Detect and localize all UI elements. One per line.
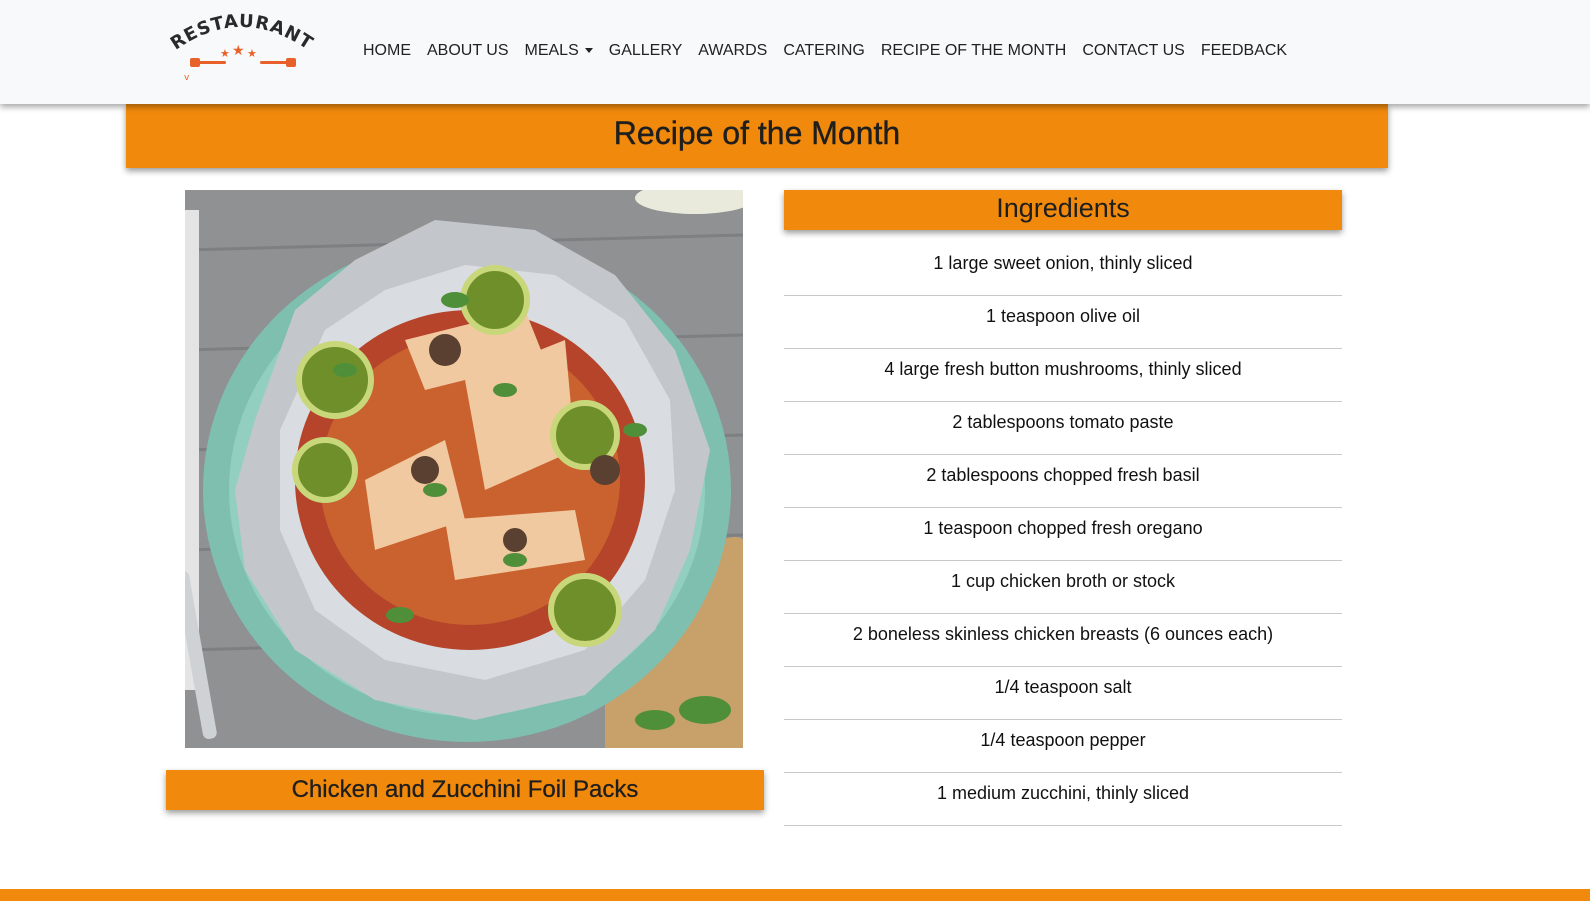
nav-menu: HOME ABOUT US MEALS GALLERY AWARDS CATER… (355, 41, 1295, 61)
ingredient-item: 1/4 teaspoon salt (784, 667, 1342, 720)
recipe-photo (185, 190, 743, 748)
food-photo-icon (185, 190, 743, 748)
nav-home[interactable]: HOME (355, 41, 419, 61)
star-icon: ★ (220, 47, 230, 60)
page-title: Recipe of the Month (613, 115, 901, 151)
ingredient-item: 1 teaspoon chopped fresh oregano (784, 508, 1342, 561)
recipe-name: Chicken and Zucchini Foil Packs (166, 770, 764, 810)
ingredients-header: Ingredients (784, 190, 1342, 230)
star-icon: ★ (232, 43, 245, 59)
restaurant-logo[interactable]: RESTAURANT ★ ★ ★ v (167, 10, 318, 83)
page-title-banner: Recipe of the Month (126, 104, 1388, 168)
star-icon: ★ (247, 47, 257, 60)
logo-mark: v (184, 73, 190, 82)
knife-icon (260, 58, 296, 67)
nav-about-us[interactable]: ABOUT US (419, 41, 517, 61)
ingredient-item: 1 medium zucchini, thinly sliced (784, 773, 1342, 826)
nav-catering[interactable]: CATERING (775, 41, 872, 61)
footer-bar (0, 889, 1590, 901)
ingredient-list: 1 large sweet onion, thinly sliced 1 tea… (784, 243, 1342, 826)
ingredient-item: 4 large fresh button mushrooms, thinly s… (784, 349, 1342, 402)
nav-feedback[interactable]: FEEDBACK (1193, 41, 1295, 61)
nav-gallery[interactable]: GALLERY (601, 41, 691, 61)
nav-meals-label: MEALS (524, 42, 579, 59)
nav-recipe-of-the-month[interactable]: RECIPE OF THE MONTH (873, 41, 1075, 61)
caret-down-icon (584, 48, 593, 54)
ingredient-item: 2 tablespoons chopped fresh basil (784, 455, 1342, 508)
nav-meals-dropdown[interactable]: MEALS (517, 41, 601, 61)
ingredient-item: 2 tablespoons tomato paste (784, 402, 1342, 455)
ingredient-item: 1 teaspoon olive oil (784, 296, 1342, 349)
ingredient-item: 1/4 teaspoon pepper (784, 720, 1342, 773)
ingredient-item: 1 large sweet onion, thinly sliced (784, 243, 1342, 296)
nav-contact-us[interactable]: CONTACT US (1074, 41, 1193, 61)
navbar: RESTAURANT ★ ★ ★ v HOME ABOUT US MEALS G… (0, 0, 1590, 104)
nav-awards[interactable]: AWARDS (690, 41, 775, 61)
ingredient-item: 1 cup chicken broth or stock (784, 561, 1342, 614)
ingredient-item: 2 boneless skinless chicken breasts (6 o… (784, 614, 1342, 667)
